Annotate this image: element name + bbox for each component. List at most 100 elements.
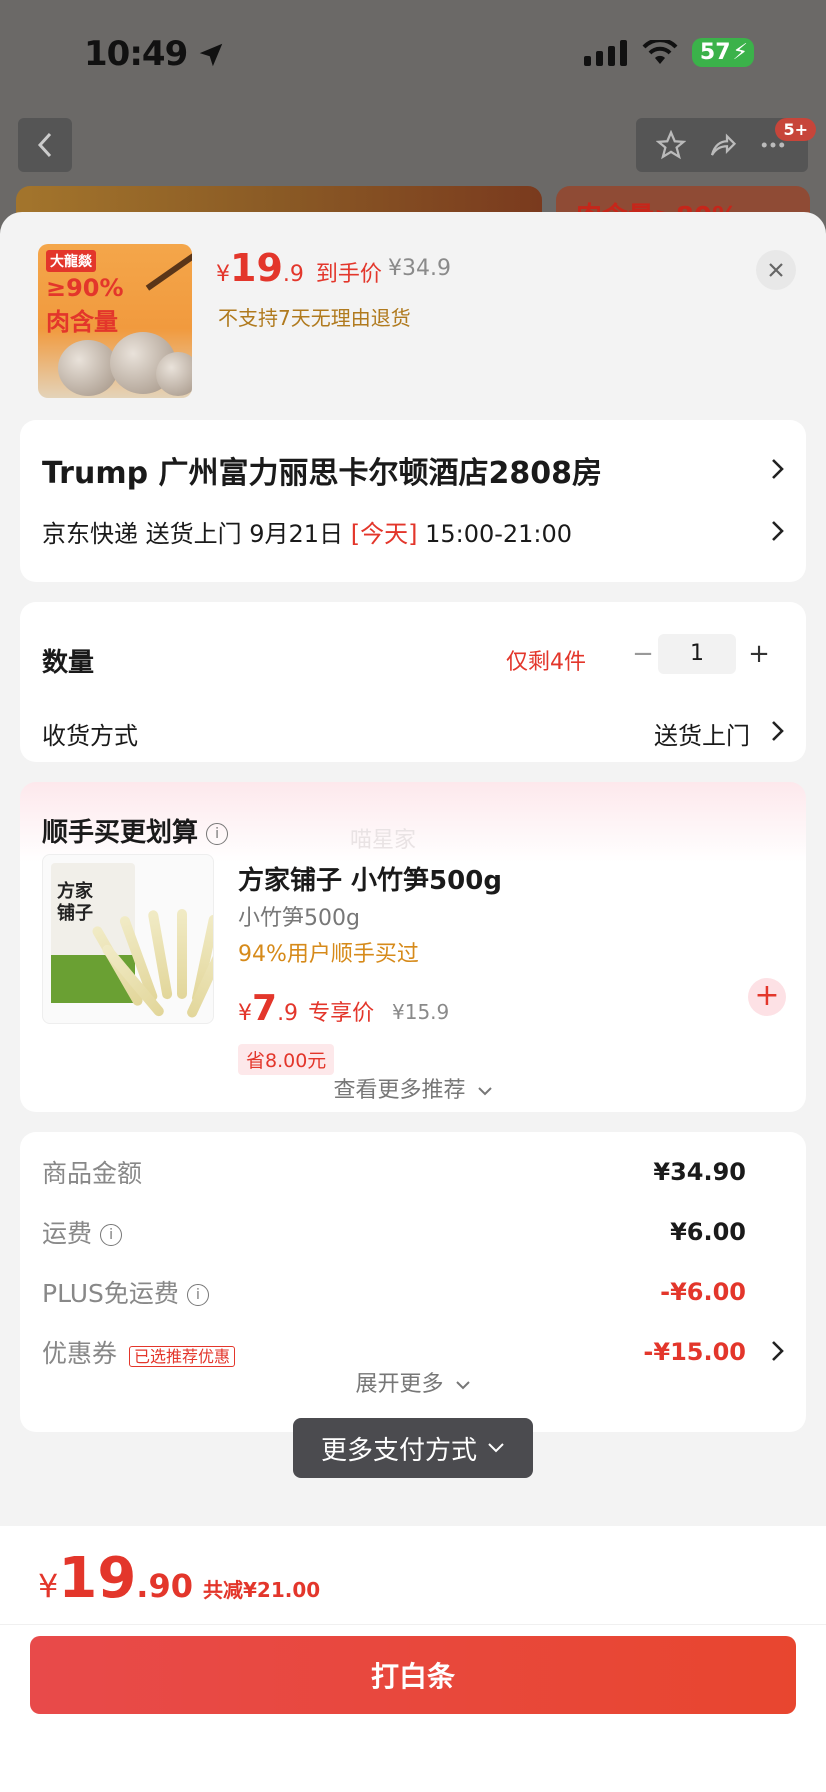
price-integer: 19 (230, 246, 283, 290)
charging-icon: ⚡ (732, 40, 748, 65)
background-page: 10:49 57 ⚡ 5+ 肉含量≥80% (0, 0, 826, 246)
receive-method-label: 收货方式 (42, 722, 138, 750)
address-card[interactable]: Trump 广州富力丽思卡尔顿酒店2808房 京东快递 送货上门 9月21日 [… (20, 420, 806, 582)
price-tag: 到手价 (315, 262, 382, 287)
recommended-product-name[interactable]: 方家铺子 小竹笋500g (238, 860, 502, 897)
quantity-increase-button[interactable]: + (744, 636, 774, 672)
coupon-tag: 已选推荐优惠 (129, 1346, 236, 1367)
bg-back-button (18, 118, 72, 172)
price-symbol: ¥ (216, 262, 230, 287)
delivery-schedule[interactable]: 京东快递 送货上门 9月21日 [今天] 15:00-21:00 (42, 514, 572, 549)
recommended-price: ¥ 7 .9 专享价 (238, 988, 374, 1029)
expand-more-link[interactable]: 展开更多 (20, 1366, 806, 1398)
total-integer: 19 (58, 1546, 137, 1611)
quantity-label: 数量 (42, 648, 95, 678)
summary-label: 商品金额 (42, 1159, 143, 1188)
thumb-brand: 大龍燚 (46, 250, 96, 272)
footer-divider (0, 1624, 826, 1625)
more-payment-label: 更多支付方式 (320, 1435, 477, 1466)
receive-method-value[interactable]: 送货上门 (654, 716, 750, 751)
chevron-left-icon (37, 132, 52, 158)
location-icon (199, 43, 223, 67)
total-discount: 共减¥21.00 (202, 1578, 321, 1602)
original-price: ¥34.9 (388, 256, 451, 281)
buy-rate: 94%用户顺手买过 (238, 942, 419, 967)
info-icon[interactable]: i (186, 1284, 209, 1306)
more-recommendations-link[interactable]: 查看更多推荐 (20, 1072, 806, 1104)
more-payment-methods-button[interactable]: 更多支付方式 (293, 1418, 533, 1478)
chevron-right-icon[interactable] (770, 1340, 784, 1362)
product-thumbnail: 大龍燚 ≥90% 肉含量 (38, 244, 192, 398)
recommendation-title-text: 顺手买更划算 (42, 818, 199, 848)
info-icon[interactable]: i (206, 822, 229, 845)
recommendation-card: 顺手买更划算 i 喵星家 方家铺子 方家铺子 小竹笋500g 小竹笋500g 94… (20, 782, 806, 1112)
delivery-today-tag: [今天] (350, 520, 418, 548)
status-time: 10:49 (84, 34, 188, 74)
checkout-footer: ¥ 19 .90 共减¥21.00 打白条 (0, 1526, 826, 1792)
quantity-input[interactable]: 1 (658, 634, 736, 674)
chevron-right-icon[interactable] (770, 720, 784, 742)
recommendation-title: 顺手买更划算 i (42, 812, 229, 849)
chopstick-graphic (145, 251, 192, 291)
package-title: 方家铺子 (57, 881, 93, 924)
price-tag: 专享价 (308, 1001, 375, 1026)
price-decimal: .9 (277, 1001, 299, 1026)
chevron-right-icon[interactable] (770, 458, 784, 480)
bamboo-shoot-graphic (177, 909, 187, 999)
price-decimal: .9 (282, 262, 304, 287)
quantity-card: 数量 仅剩4件 − 1 + 收货方式 送货上门 (20, 602, 806, 762)
summary-row-coupon[interactable]: 优惠券 已选推荐优惠 -¥15.00 (42, 1334, 746, 1370)
delivery-method: 京东快递 送货上门 9月21日 (42, 520, 351, 548)
summary-row-plus-shipping: PLUS免运费 i -¥6.00 (42, 1274, 746, 1310)
summary-label-wrap: 运费 i (42, 1214, 123, 1250)
summary-value: ¥6.00 (670, 1218, 746, 1246)
total-decimal: .90 (136, 1567, 193, 1605)
summary-label: PLUS免运费 (42, 1279, 179, 1308)
wifi-icon (642, 39, 678, 64)
summary-label-wrap: PLUS免运费 i (42, 1274, 209, 1310)
chevron-down-icon (488, 1443, 504, 1453)
add-to-order-button[interactable]: + (748, 978, 786, 1016)
more-recommendations-label: 查看更多推荐 (333, 1078, 466, 1103)
total-price: ¥ 19 .90 共减¥21.00 (38, 1546, 320, 1611)
summary-label: 优惠券 (42, 1339, 118, 1368)
chevron-right-icon[interactable] (770, 520, 784, 542)
signal-icon (583, 39, 627, 66)
delivery-address[interactable]: Trump 广州富力丽思卡尔顿酒店2808房 (42, 448, 602, 492)
summary-value: -¥15.00 (643, 1338, 746, 1366)
quantity-decrease-button[interactable]: − (628, 636, 658, 672)
recommended-product-spec: 小竹笋500g (238, 906, 360, 931)
meatball-graphic (58, 340, 118, 396)
price-summary-card: 商品金额 ¥34.90 运费 i ¥6.00 PLUS免运费 i -¥6.00 优惠… (20, 1132, 806, 1432)
close-icon (769, 263, 783, 277)
summary-row-shipping: 运费 i ¥6.00 (42, 1214, 746, 1250)
close-button[interactable] (756, 250, 796, 290)
notification-badge: 5+ (775, 118, 816, 141)
share-icon (710, 133, 737, 156)
status-indicators: 57 ⚡ (583, 38, 754, 67)
summary-row-subtotal: 商品金额 ¥34.90 (42, 1154, 746, 1190)
thumb-meat-label: 肉含量 (46, 308, 118, 336)
summary-label: 运费 (42, 1219, 93, 1248)
watermark: 喵星家 (350, 828, 417, 853)
info-icon[interactable]: i (100, 1224, 123, 1246)
return-policy-note: 不支持7天无理由退货 (218, 306, 411, 330)
price-symbol: ¥ (238, 1001, 252, 1026)
star-icon (656, 130, 687, 160)
battery-indicator: 57 ⚡ (691, 38, 754, 67)
savings-badge: 省8.00元 (238, 1044, 335, 1075)
stock-remaining: 仅剩4件 (506, 650, 586, 675)
pay-button[interactable]: 打白条 (30, 1636, 796, 1714)
meatball-graphic (156, 352, 192, 396)
delivery-time: 15:00-21:00 (417, 520, 573, 548)
chevron-down-icon (455, 1381, 470, 1390)
recommended-product-image[interactable]: 方家铺子 (42, 854, 214, 1024)
summary-value: -¥6.00 (660, 1278, 746, 1306)
total-symbol: ¥ (38, 1567, 59, 1605)
product-price: ¥ 19 .9 到手价 (216, 246, 382, 290)
expand-more-label: 展开更多 (355, 1372, 444, 1397)
chevron-down-icon (477, 1087, 492, 1096)
price-integer: 7 (252, 988, 278, 1029)
battery-level: 57 (699, 40, 731, 65)
summary-label-wrap: 优惠券 已选推荐优惠 (42, 1334, 236, 1370)
